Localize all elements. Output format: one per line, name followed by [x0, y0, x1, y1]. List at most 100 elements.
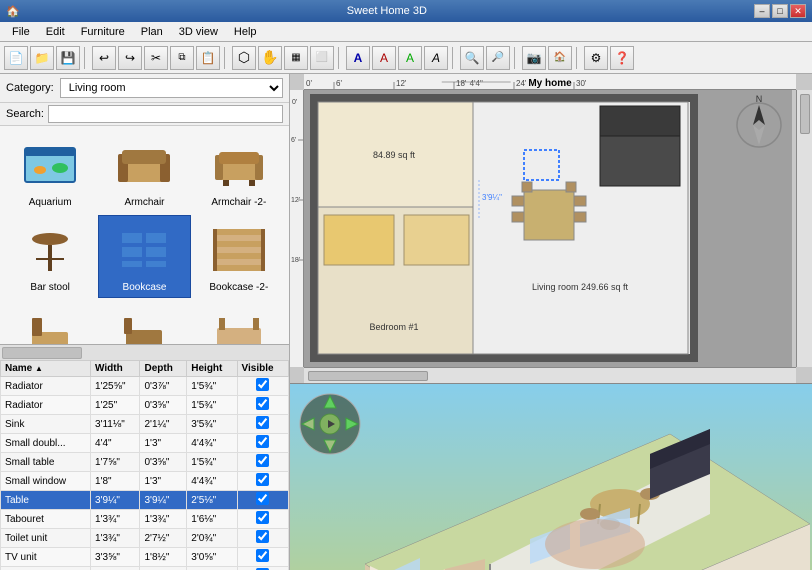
undo-button[interactable]: ↩ — [92, 46, 116, 70]
table-row[interactable]: Small table 1'7⅝" 0'3⅝" 1'5¾" — [1, 453, 289, 472]
menu-furniture[interactable]: Furniture — [73, 24, 133, 40]
cell-visible[interactable] — [237, 396, 288, 415]
floorplan-vscroll[interactable] — [796, 90, 812, 367]
svg-text:Bedroom #1: Bedroom #1 — [369, 322, 418, 332]
menu-3dview[interactable]: 3D view — [171, 24, 226, 40]
svg-text:12': 12' — [291, 197, 300, 204]
save-button[interactable]: 💾 — [56, 46, 80, 70]
col-width[interactable]: Width — [91, 361, 140, 377]
minimize-button[interactable]: – — [754, 4, 770, 18]
cell-name: Tabouret — [1, 510, 91, 529]
furniture-item-armchair2[interactable]: Armchair -2- — [193, 130, 285, 213]
furniture-item-coffeetable[interactable]: Coffee table — [193, 300, 285, 344]
view-3d[interactable] — [290, 384, 812, 570]
camera-button[interactable]: 📷 — [522, 46, 546, 70]
armchair2-thumb — [204, 135, 274, 195]
search-input[interactable] — [48, 105, 283, 123]
new-button[interactable]: 📄 — [4, 46, 28, 70]
grid-hscroll-thumb[interactable] — [2, 347, 82, 359]
aquarium-thumb — [15, 135, 85, 195]
cell-visible[interactable] — [237, 453, 288, 472]
add-wall-tool[interactable]: ▦ — [284, 46, 308, 70]
select-tool[interactable]: ⬡ — [232, 46, 256, 70]
cell-visible[interactable] — [237, 415, 288, 434]
cell-depth: 1'3" — [140, 472, 187, 491]
table-row[interactable]: Small doubl... 4'4" 1'3" 4'4¾" — [1, 434, 289, 453]
menu-plan[interactable]: Plan — [133, 24, 171, 40]
furniture-item-chair2[interactable]: Chair -2- — [98, 300, 190, 344]
cut-button[interactable]: ✂ — [144, 46, 168, 70]
col-name[interactable]: Name ▲ — [1, 361, 91, 377]
nav-widget[interactable] — [298, 392, 362, 456]
floorplan-hscroll-thumb[interactable] — [308, 371, 428, 381]
maximize-button[interactable]: □ — [772, 4, 788, 18]
svg-text:4'4": 4'4" — [470, 79, 483, 88]
aerial-button[interactable]: 🏠 — [548, 46, 572, 70]
table-row[interactable]: Small window 1'8" 1'3" 4'4¾" — [1, 472, 289, 491]
text-a1[interactable]: A — [346, 46, 370, 70]
help-button[interactable]: ❓ — [610, 46, 634, 70]
cell-name: Toilet unit — [1, 529, 91, 548]
text-a2[interactable]: A — [372, 46, 396, 70]
cell-depth: 0'3⅝" — [140, 453, 187, 472]
add-room-tool[interactable]: ⬜ — [310, 46, 334, 70]
table-row[interactable]: Toilet unit 1'3¾" 2'7½" 2'0¾" — [1, 529, 289, 548]
col-visible[interactable]: Visible — [237, 361, 288, 377]
text-a4[interactable]: A — [424, 46, 448, 70]
table-row[interactable]: TV unit 3'3⅝" 1'8½" 3'0⅝" — [1, 548, 289, 567]
close-button[interactable]: ✕ — [790, 4, 806, 18]
floor-plan[interactable]: 0' 6' 12' 18' 24' 30' My home 4'4" — [290, 74, 812, 384]
cell-visible[interactable] — [237, 548, 288, 567]
properties-table: Name ▲ Width Depth Height Visible Radiat… — [0, 360, 289, 570]
floorplan-hscroll[interactable] — [304, 367, 796, 383]
toolbar-sep-2 — [224, 47, 228, 69]
zoom-in-button[interactable]: 🔍 — [460, 46, 484, 70]
category-select[interactable]: Living room Bedroom Bathroom Kitchen Off… — [60, 78, 283, 98]
toolbar-sep-4 — [452, 47, 456, 69]
copy-button[interactable]: ⧉ — [170, 46, 194, 70]
table-row[interactable]: Radiator 1'25⅝" 0'3⅞" 1'5¾" — [1, 377, 289, 396]
furniture-item-barstool[interactable]: Bar stool — [4, 215, 96, 298]
cell-visible[interactable] — [237, 491, 288, 510]
furniture-item-bookcase2[interactable]: Bookcase -2- — [193, 215, 285, 298]
cell-visible[interactable] — [237, 510, 288, 529]
pan-tool[interactable]: ✋ — [258, 46, 282, 70]
table-row[interactable]: Table 3'9¼" 3'9¼" 2'5⅛" — [1, 491, 289, 510]
paste-button[interactable]: 📋 — [196, 46, 220, 70]
menu-file[interactable]: File — [4, 24, 38, 40]
furniture-item-armchair[interactable]: Armchair — [98, 130, 190, 213]
title-bar: 🏠 Sweet Home 3D – □ ✕ — [0, 0, 812, 22]
cell-depth: 2'7½" — [140, 529, 187, 548]
table-row[interactable]: Sink 3'11⅛" 2'1¼" 3'5¾" — [1, 415, 289, 434]
cell-visible[interactable] — [237, 529, 288, 548]
menu-edit[interactable]: Edit — [38, 24, 73, 40]
cell-height: 3'0⅝" — [187, 548, 237, 567]
cell-visible[interactable] — [237, 434, 288, 453]
zoom-out-button[interactable]: 🔎 — [486, 46, 510, 70]
col-height[interactable]: Height — [187, 361, 237, 377]
app-icon: 🏠 — [6, 5, 20, 18]
menu-help[interactable]: Help — [226, 24, 265, 40]
col-depth[interactable]: Depth — [140, 361, 187, 377]
furniture-item-aquarium[interactable]: Aquarium — [4, 130, 96, 213]
cell-visible[interactable] — [237, 472, 288, 491]
table-row[interactable]: Venetian blind 2'11⅞" 0'3⅝" 2'11¾" — [1, 567, 289, 570]
cell-depth: 1'8½" — [140, 548, 187, 567]
nav-widget-svg[interactable] — [298, 392, 362, 456]
preferences-button[interactable]: ⚙ — [584, 46, 608, 70]
table-row[interactable]: Radiator 1'25" 0'3⅝" 1'5¾" — [1, 396, 289, 415]
grid-hscroll[interactable] — [0, 344, 289, 360]
cell-height: 2'5⅛" — [187, 491, 237, 510]
floorplan-vscroll-thumb[interactable] — [800, 94, 810, 134]
cell-visible[interactable] — [237, 567, 288, 570]
furniture-item-chair[interactable]: Chair — [4, 300, 96, 344]
text-a3[interactable]: A — [398, 46, 422, 70]
floor-plan-svg[interactable]: 84.89 sq ft Bedroom #1 Living room 249.6… — [304, 90, 792, 368]
table-row[interactable]: Tabouret 1'3¾" 1'3¾" 1'6⅛" — [1, 510, 289, 529]
cell-visible[interactable] — [237, 377, 288, 396]
cell-height: 4'4¾" — [187, 472, 237, 491]
open-button[interactable]: 📁 — [30, 46, 54, 70]
window-controls: – □ ✕ — [754, 4, 806, 18]
redo-button[interactable]: ↪ — [118, 46, 142, 70]
furniture-item-bookcase[interactable]: Bookcase — [98, 215, 190, 298]
